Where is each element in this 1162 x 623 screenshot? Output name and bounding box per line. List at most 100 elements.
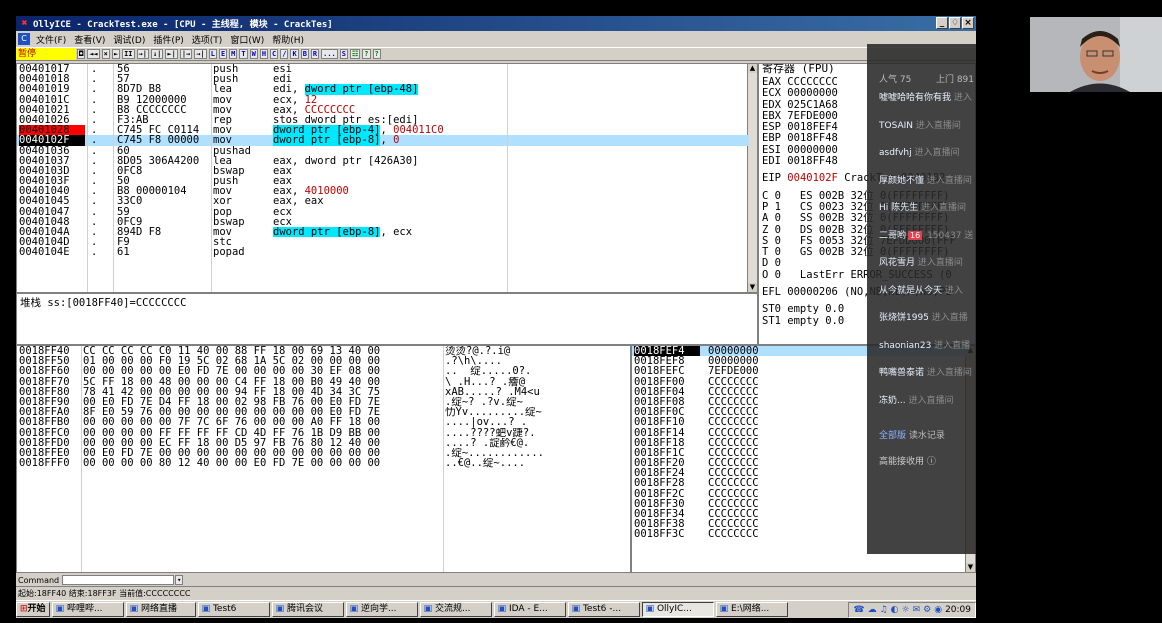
toolbar-button-21[interactable]: ... xyxy=(321,49,338,59)
toolbar-button-11[interactable]: E xyxy=(218,49,228,59)
taskbar-item-5[interactable]: ▣ 交流规... xyxy=(419,602,492,617)
disasm-row[interactable]: 00401037. 8D05 306A4200 lea eax, dword ptr … xyxy=(17,156,749,166)
menu-window[interactable]: 窗口(W) xyxy=(226,33,268,46)
disasm-row[interactable]: 0040103F. 50 push eax xyxy=(17,176,749,186)
toolbar-button-14[interactable]: W xyxy=(249,49,258,59)
disasm-row[interactable]: 00401021. B8 CCCCCCCC mov eax, CCCCCCCC xyxy=(17,105,749,115)
title-bar[interactable]: ✖ OllyICE - CrackTest.exe - [CPU - 主线程, … xyxy=(16,16,976,31)
tray-icon[interactable]: ☁ xyxy=(868,605,877,615)
toolbar-button-16[interactable]: C xyxy=(270,49,279,59)
toolbar-button-18[interactable]: K xyxy=(290,49,299,59)
menu-debug[interactable]: 调试(D) xyxy=(109,33,149,46)
taskbar-item-6[interactable]: ▣ IDA - E... xyxy=(493,602,566,617)
disasm-row[interactable]: 00401036. 60 pushad xyxy=(17,146,749,156)
disasm-row[interactable]: 00401017. 56 push esi xyxy=(17,64,749,74)
toolbar-button-20[interactable]: R xyxy=(310,49,320,59)
taskbar-item-0[interactable]: ▣ 哔哩哔... xyxy=(51,602,124,617)
menu-help[interactable]: 帮助(H) xyxy=(268,33,308,46)
toolbar-button-8[interactable]: |→ xyxy=(179,49,193,59)
dump-row[interactable]: 0018FF40 CC CC CC CC C0 11 40 00 88 FF 18… xyxy=(17,346,630,356)
stack-scroll-down-icon[interactable]: ▼ xyxy=(966,563,975,572)
toolbar-button-25[interactable]: ? xyxy=(372,49,381,59)
toolbar-button-24[interactable]: ? xyxy=(362,49,371,59)
start-button[interactable]: ⊞开始 xyxy=(16,602,50,617)
disasm-row[interactable]: 0040103D. 0FC8 bswap eax xyxy=(17,166,749,176)
dump-row[interactable]: 0018FF70 5C FF 18 00 48 00 00 00 C4 FF 18… xyxy=(17,377,630,387)
mdi-cpu-icon[interactable]: C xyxy=(18,33,30,45)
tray-icon[interactable]: ♫ xyxy=(880,605,888,615)
disasm-row[interactable]: 00401019. 8D7D B8 lea edi, dword ptr [ebp-4… xyxy=(17,84,749,95)
disasm-row[interactable]: 0040104A. 894D F8 mov dword ptr [ebp-8], ec… xyxy=(17,227,749,238)
toolbar-button-13[interactable]: T xyxy=(239,49,248,59)
tray-icon[interactable]: ☎ xyxy=(853,605,864,615)
disasm-row[interactable]: 00401026. F3:AB rep stos dword ptr es:[edi] xyxy=(17,115,749,125)
dump-pane[interactable]: 0018FF40 CC CC CC CC C0 11 40 00 88 FF 18… xyxy=(16,345,631,573)
tray-icon[interactable]: ◐ xyxy=(891,605,899,615)
toolbar-button-15[interactable]: H xyxy=(259,49,269,59)
tray-icon[interactable]: ⚙ xyxy=(923,605,931,615)
command-dropdown-icon[interactable]: ▾ xyxy=(175,575,184,585)
taskbar-item-3[interactable]: ▣ 腾讯会议 xyxy=(271,602,344,617)
tray-icon[interactable]: ◉ xyxy=(934,605,942,615)
disasm-row[interactable]: 0040104D. F9 stc xyxy=(17,237,749,247)
scroll-up-icon[interactable]: ▲ xyxy=(748,64,757,73)
toolbar-button-0[interactable]: ◘ xyxy=(77,49,86,59)
tray-icon[interactable]: ✉ xyxy=(913,605,921,615)
disasm-row[interactable]: 0040104E. 61 popad xyxy=(17,247,749,257)
menu-options[interactable]: 选项(T) xyxy=(188,33,227,46)
disassembly-pane[interactable]: ▲ ▼ 00401017. 56 push esi 00401018. 57 push edi… xyxy=(16,63,758,293)
toolbar-button-23[interactable]: ☷ xyxy=(350,49,361,59)
disasm-row[interactable]: 00401040. B8 00000104 mov eax, 4010000 xyxy=(17,186,749,196)
dump-row[interactable]: 0018FF80 78 41 42 00 00 00 00 00 94 FF 18… xyxy=(17,387,630,397)
taskbar-item-7[interactable]: ▣ Test6 -... xyxy=(567,602,640,617)
toolbar-button-12[interactable]: M xyxy=(229,49,238,59)
dump-row[interactable]: 0018FFF0 00 00 00 00 80 12 40 00 00 E0 FD… xyxy=(17,458,630,468)
toolbar-button-2[interactable]: × xyxy=(101,49,110,59)
dump-row[interactable]: 0018FFD0 00 00 00 00 EC FF 18 00 D5 97 FB… xyxy=(17,438,630,448)
operand-text: ecx, xyxy=(273,94,305,105)
taskbar-item-1[interactable]: ▣ 网络直播 xyxy=(125,602,196,617)
dump-row[interactable]: 0018FF60 00 00 00 00 00 E0 FD 7E 00 00 00… xyxy=(17,366,630,376)
disasm-row[interactable]: 0040102F. C745 F8 00000 mov dword ptr [ebp-… xyxy=(17,135,749,146)
disasm-row[interactable]: 00401048. 0FC9 bswap ecx xyxy=(17,217,749,227)
taskbar-item-4[interactable]: ▣ 逆向学... xyxy=(345,602,418,617)
operand-imm: CCCCCCCC xyxy=(304,104,356,115)
toolbar-button-22[interactable]: S xyxy=(339,49,348,59)
toolbar-button-17[interactable]: / xyxy=(280,49,289,59)
maximize-button[interactable]: ♢ xyxy=(949,17,961,29)
taskbar-item-8[interactable]: ▣ OllyIC... xyxy=(641,602,714,617)
dump-row[interactable]: 0018FFA0 8F E0 59 76 00 00 00 00 00 00 00… xyxy=(17,407,630,417)
toolbar-button-10[interactable]: L xyxy=(208,49,217,59)
taskbar-item-9[interactable]: ▣ E:\网络... xyxy=(715,602,788,617)
disasm-row[interactable]: 0040101C. B9 12000000 mov ecx, 12 xyxy=(17,95,749,105)
disasm-row[interactable]: 00401047. 59 pop ecx xyxy=(17,207,749,217)
toolbar-button-6[interactable]: ↓| xyxy=(150,49,164,59)
menu-plugins[interactable]: 插件(P) xyxy=(149,33,187,46)
disasm-row[interactable]: 00401045. 33C0 xor eax, eax xyxy=(17,196,749,206)
dump-row[interactable]: 0018FF50 01 00 00 00 F0 19 5C 02 68 1A 5C… xyxy=(17,356,630,366)
toolbar-button-9[interactable]: →| xyxy=(194,49,207,59)
dump-row[interactable]: 0018FFE0 00 E0 FD 7E 00 00 00 00 00 00 00… xyxy=(17,448,630,458)
chat-tab-history[interactable]: 读水记录 xyxy=(909,431,945,441)
disasm-marker: . xyxy=(91,114,98,126)
close-button[interactable]: × xyxy=(962,17,974,29)
disasm-row[interactable]: 00401028. C745 FC C0114 mov dword ptr [ebp-… xyxy=(17,125,749,136)
menu-view[interactable]: 查看(V) xyxy=(70,33,109,46)
menu-file[interactable]: 文件(F) xyxy=(32,33,70,46)
dump-row[interactable]: 0018FF90 00 E0 FD 7E D4 FF 18 00 02 98 FB… xyxy=(17,397,630,407)
dump-row[interactable]: 0018FFC0 00 00 00 00 FF FF FF FF CD 4D FF… xyxy=(17,428,630,438)
scroll-down-icon[interactable]: ▼ xyxy=(748,283,757,292)
toolbar-button-7[interactable]: ►| xyxy=(165,49,178,59)
toolbar-button-4[interactable]: II xyxy=(122,49,135,59)
toolbar-button-1[interactable]: ◄◄ xyxy=(87,49,100,59)
command-input[interactable] xyxy=(62,575,175,585)
toolbar-button-3[interactable]: ► xyxy=(111,49,121,59)
disasm-row[interactable]: 00401018. 57 push edi xyxy=(17,74,749,84)
tray-icon[interactable]: ☼ xyxy=(902,605,910,615)
chat-tab-all[interactable]: 全部版 xyxy=(879,431,906,441)
toolbar-button-19[interactable]: B xyxy=(300,49,309,59)
dump-row[interactable]: 0018FFB0 00 00 00 00 00 7F 7C 6F 76 00 00… xyxy=(17,417,630,427)
toolbar-button-5[interactable]: →| xyxy=(136,49,149,59)
minimize-button[interactable]: _ xyxy=(936,17,948,29)
taskbar-item-2[interactable]: ▣ Test6 xyxy=(197,602,270,617)
